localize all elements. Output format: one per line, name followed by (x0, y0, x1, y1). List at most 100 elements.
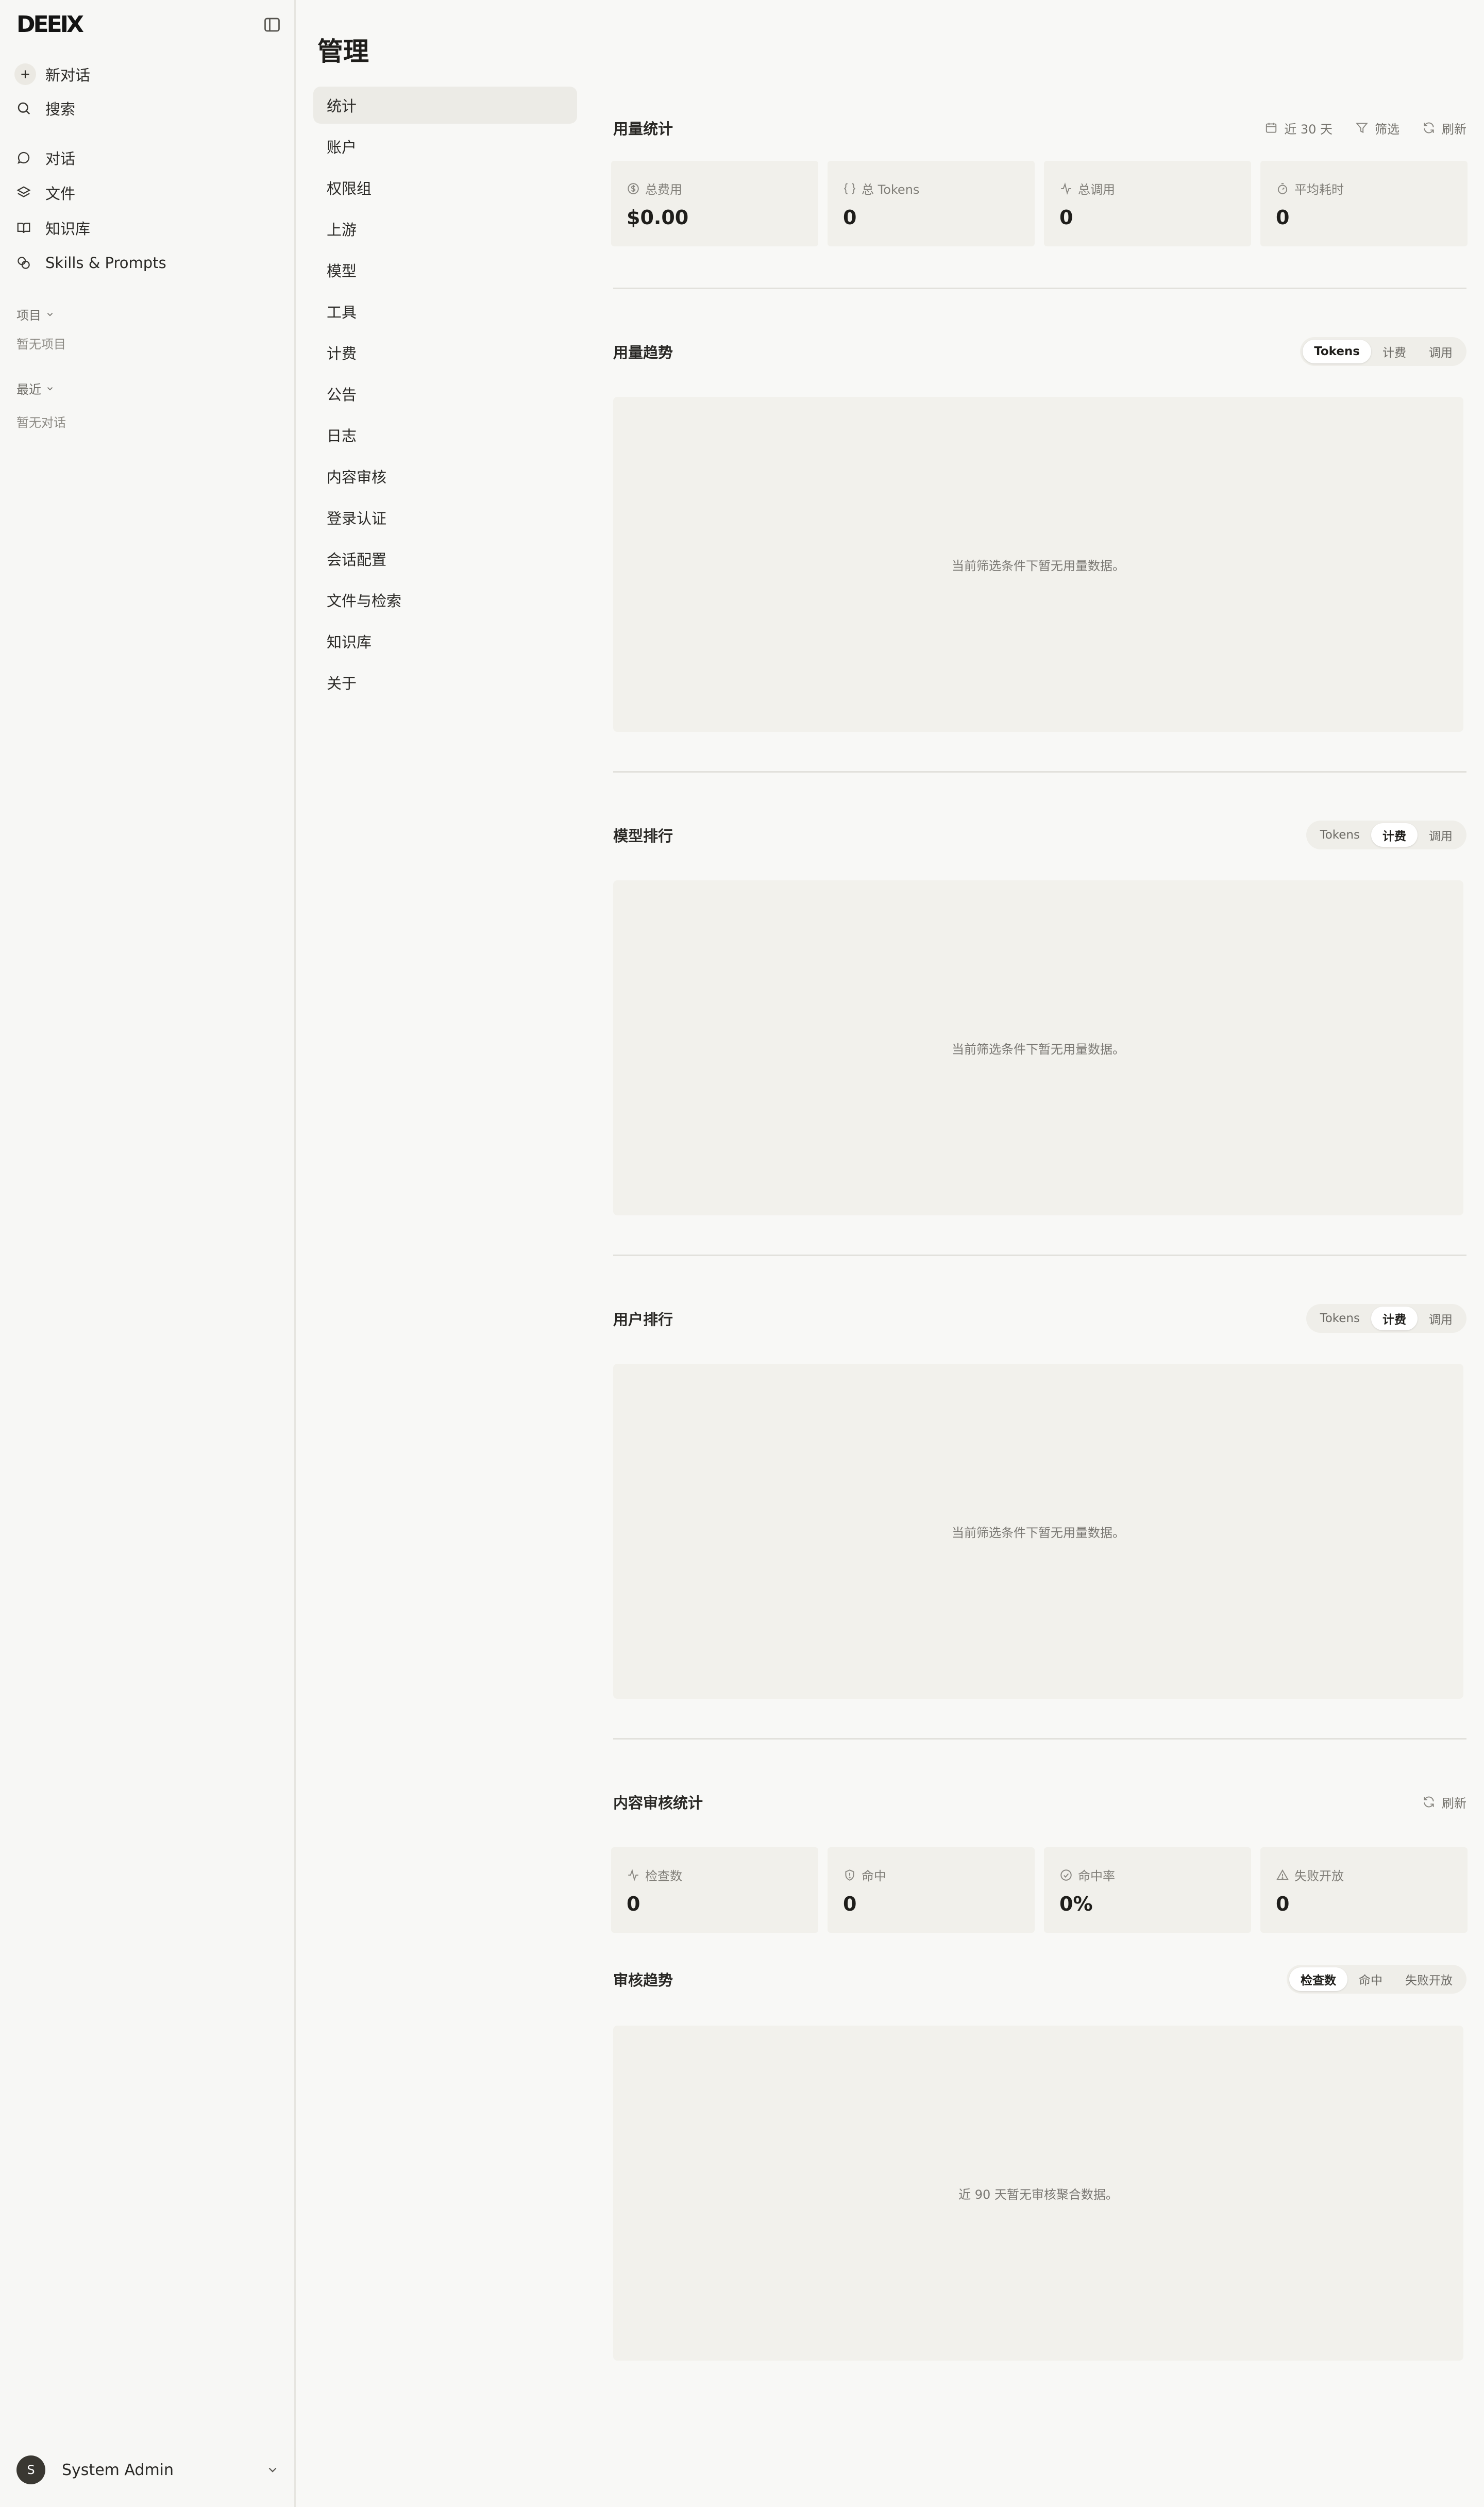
projects-label: 项目 (16, 308, 41, 323)
admin-nav-upstream[interactable]: 上游 (313, 210, 577, 247)
recent-section-toggle[interactable]: 最近 (16, 379, 55, 397)
toggle-option-tokens[interactable]: Tokens (1303, 340, 1371, 363)
dollar-circle-icon (627, 182, 645, 195)
toggle-option-cost[interactable]: 计费 (1371, 823, 1418, 847)
chevron-down-icon (45, 310, 55, 319)
admin-nav-about[interactable]: 关于 (313, 664, 577, 701)
toggle-option-calls[interactable]: 调用 (1418, 340, 1464, 363)
sidebar-item-chats[interactable]: 对话 (14, 142, 75, 173)
search-icon (14, 99, 33, 118)
model-rank-chart-empty: 当前筛选条件下暂无用量数据。 (613, 880, 1463, 1215)
stat-card-checks: 检查数 0 (611, 1847, 818, 1933)
toggle-option-cost[interactable]: 计费 (1371, 1307, 1418, 1330)
sidebar-item-files[interactable]: 文件 (14, 177, 75, 208)
filter-button[interactable]: 筛选 (1355, 119, 1399, 137)
chat-bubble-icon (14, 148, 33, 167)
admin-nav-accounts[interactable]: 账户 (313, 128, 577, 165)
stat-value: $0.00 (627, 206, 689, 229)
admin-nav-billing[interactable]: 计费 (313, 334, 577, 371)
sidebar-toggle-icon[interactable] (263, 15, 281, 34)
search-button[interactable]: 搜索 (14, 93, 75, 124)
stat-label: 命中 (862, 1869, 886, 1883)
refresh-icon (1422, 121, 1442, 135)
divider (613, 1738, 1466, 1740)
user-rank-metric-toggle: Tokens 计费 调用 (1306, 1304, 1466, 1333)
user-name: System Admin (62, 2461, 174, 2479)
stat-label: 失败开放 (1294, 1869, 1344, 1883)
moderation-stats-header: 内容审核统计 刷新 (613, 1786, 1466, 1817)
calendar-icon (1264, 121, 1284, 135)
sidebar-item-knowledge[interactable]: 知识库 (14, 212, 90, 243)
stat-value: 0 (843, 1893, 857, 1915)
stat-card-avg-latency: 平均耗时 0 (1260, 161, 1468, 246)
toggle-option-hits[interactable]: 命中 (1347, 1967, 1394, 1991)
stat-label: 命中率 (1078, 1869, 1115, 1883)
admin-nav-stats[interactable]: 统计 (313, 87, 577, 124)
filter-icon (1355, 121, 1375, 135)
moderation-trend-metric-toggle: 检查数 命中 失败开放 (1287, 1965, 1466, 1994)
braces-icon (843, 182, 862, 195)
projects-section-toggle[interactable]: 项目 (16, 305, 55, 323)
user-menu[interactable]: S System Admin (16, 2454, 279, 2485)
stat-label: 总 Tokens (862, 182, 920, 197)
admin-nav-permission-groups[interactable]: 权限组 (313, 169, 577, 206)
user-rank-chart-empty: 当前筛选条件下暂无用量数据。 (613, 1364, 1463, 1699)
divider (613, 288, 1466, 289)
sidebar-item-label: 对话 (45, 150, 76, 168)
date-range-button[interactable]: 近 30 天 (1264, 119, 1333, 137)
usage-stats-title: 用量统计 (613, 120, 673, 138)
usage-trend-metric-toggle: Tokens 计费 调用 (1300, 337, 1466, 366)
model-rank-header: 模型排行 Tokens 计费 调用 (613, 820, 1466, 850)
page-title: 管理 (317, 37, 369, 66)
usage-stats-header: 用量统计 近 30 天 筛选 刷新 (613, 112, 1466, 143)
toggle-option-tokens[interactable]: Tokens (1309, 823, 1371, 847)
admin-nav-models[interactable]: 模型 (313, 252, 577, 289)
moderation-trend-header: 审核趋势 检查数 命中 失败开放 (613, 1964, 1466, 1995)
sidebar: DEEIX 新对话 搜索 对话 文件 知识库 Skills & Prompts … (0, 0, 296, 2507)
admin-nav-logs[interactable]: 日志 (313, 416, 577, 454)
toggle-option-tokens[interactable]: Tokens (1309, 1307, 1371, 1330)
toggle-option-calls[interactable]: 调用 (1418, 1307, 1464, 1330)
admin-nav-session-config[interactable]: 会话配置 (313, 540, 577, 577)
stat-label: 平均耗时 (1294, 182, 1344, 197)
book-icon (14, 219, 33, 237)
moderation-refresh-button[interactable]: 刷新 (1422, 1793, 1466, 1811)
admin-nav-announcements[interactable]: 公告 (313, 375, 577, 412)
stat-card-hits: 命中 0 (828, 1847, 1035, 1933)
toggle-option-calls[interactable]: 调用 (1418, 823, 1464, 847)
admin-nav-moderation[interactable]: 内容审核 (313, 458, 577, 495)
usage-trend-chart-empty: 当前筛选条件下暂无用量数据。 (613, 397, 1463, 732)
usage-trend-header: 用量趋势 Tokens 计费 调用 (613, 336, 1466, 367)
stat-value: 0 (1276, 206, 1290, 229)
stat-value: 0% (1059, 1893, 1093, 1915)
recent-empty: 暂无对话 (16, 415, 66, 430)
stat-label: 总费用 (645, 182, 682, 197)
stat-card-total-tokens: 总 Tokens 0 (828, 161, 1035, 246)
layers-icon (14, 183, 33, 202)
admin-nav-knowledge[interactable]: 知识库 (313, 623, 577, 660)
moderation-stats-title: 内容审核统计 (613, 1794, 703, 1812)
recent-label: 最近 (16, 382, 41, 397)
model-rank-title: 模型排行 (613, 827, 673, 845)
refresh-button[interactable]: 刷新 (1422, 119, 1466, 137)
toggle-option-checks[interactable]: 检查数 (1289, 1967, 1347, 1991)
toggle-option-fail-open[interactable]: 失败开放 (1394, 1967, 1464, 1991)
stopwatch-icon (1276, 182, 1294, 195)
skills-icon (14, 254, 33, 272)
plus-icon (14, 63, 36, 85)
activity-icon (1059, 182, 1078, 195)
user-rank-title: 用户排行 (613, 1311, 673, 1328)
stat-card-total-cost: 总费用 $0.00 (611, 161, 818, 246)
model-rank-metric-toggle: Tokens 计费 调用 (1306, 821, 1466, 849)
usage-trend-title: 用量趋势 (613, 344, 673, 361)
stat-card-total-calls: 总调用 0 (1044, 161, 1251, 246)
admin-nav-files-retrieval[interactable]: 文件与检索 (313, 581, 577, 619)
app-logo[interactable]: DEEIX (16, 12, 84, 37)
toggle-option-cost[interactable]: 计费 (1371, 340, 1418, 363)
stat-card-hit-rate: 命中率 0% (1044, 1847, 1251, 1933)
admin-nav-tools[interactable]: 工具 (313, 293, 577, 330)
admin-nav-auth[interactable]: 登录认证 (313, 499, 577, 536)
new-chat-button[interactable]: 新对话 (14, 59, 90, 90)
user-rank-header: 用户排行 Tokens 计费 调用 (613, 1303, 1466, 1334)
sidebar-item-skills[interactable]: Skills & Prompts (14, 247, 166, 278)
